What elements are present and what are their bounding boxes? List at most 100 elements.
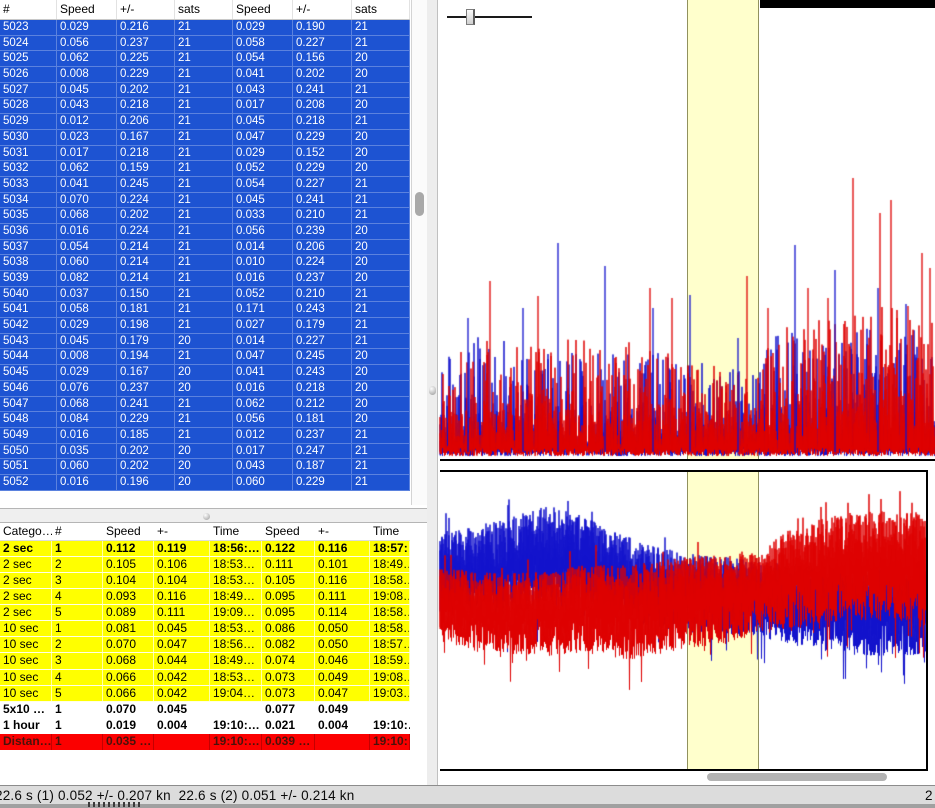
result-row[interactable]: 2 sec40.0930.11618:49…0.0950.11119:08… [0, 589, 410, 605]
table-row[interactable]: 50290.0120.206210.0450.21821 [0, 114, 410, 130]
result-row[interactable]: 10 sec20.0700.04718:56…0.0820.05018:57… [0, 637, 410, 653]
horizontal-scrollbar[interactable] [438, 771, 935, 784]
speed-spike-chart[interactable] [438, 0, 935, 459]
column-header-error1[interactable]: +- [154, 523, 210, 540]
cell: 19:10:… [210, 734, 262, 750]
table-row[interactable]: 50360.0160.224210.0560.23920 [0, 224, 410, 240]
vertical-splitter[interactable] [427, 0, 438, 785]
speed-band-chart[interactable] [438, 472, 926, 769]
table-row[interactable]: 50390.0820.214210.0160.23720 [0, 271, 410, 287]
cell: 0.027 [233, 318, 293, 333]
cell: 5046 [0, 381, 57, 396]
cell: 5 [52, 605, 103, 620]
cell: 0.073 [262, 670, 315, 685]
column-header-speed2[interactable]: Speed [262, 523, 315, 540]
result-row[interactable]: 1 hour10.0190.00419:10:…0.0210.00419:10:… [0, 718, 410, 734]
cell: 21 [175, 255, 233, 270]
column-header-sats2[interactable]: sats [352, 0, 410, 19]
cell: 20 [352, 365, 410, 380]
cell: 5034 [0, 193, 57, 208]
cell: 0.050 [315, 621, 370, 636]
result-row[interactable]: 10 sec50.0660.04219:04…0.0730.04719:03… [0, 686, 410, 702]
column-header-speed1[interactable]: Speed [103, 523, 154, 540]
column-header-time2[interactable]: Time [370, 523, 410, 540]
cell: 21 [352, 318, 410, 333]
table-row[interactable]: 50520.0160.196200.0600.22921 [0, 475, 410, 491]
result-row[interactable]: 10 sec10.0810.04518:53…0.0860.05018:58… [0, 621, 410, 637]
column-header-error2[interactable]: +/- [293, 0, 352, 19]
table-row[interactable]: 50500.0350.202200.0170.24721 [0, 444, 410, 460]
cell: 0.122 [262, 541, 315, 556]
cell: 5038 [0, 255, 57, 270]
table-row[interactable]: 50320.0620.159210.0520.22920 [0, 161, 410, 177]
column-header-error2[interactable]: +- [315, 523, 370, 540]
table-row[interactable]: 50350.0680.202210.0330.21021 [0, 208, 410, 224]
cell: 20 [175, 459, 233, 474]
horizontal-splitter[interactable] [0, 508, 427, 523]
table-row[interactable]: 50400.0370.150210.0520.21021 [0, 287, 410, 303]
table-row[interactable]: 50440.0080.194210.0470.24520 [0, 349, 410, 365]
scrollbar-thumb[interactable] [415, 192, 424, 216]
cell: 5031 [0, 146, 57, 161]
vertical-scrollbar[interactable] [411, 0, 427, 505]
cell: 20 [352, 255, 410, 270]
column-header-speed1[interactable]: Speed [57, 0, 117, 19]
cell: 20 [175, 334, 233, 349]
column-header-error1[interactable]: +/- [117, 0, 175, 19]
cell: 4 [52, 589, 103, 604]
cell: 0.198 [117, 318, 175, 333]
result-row[interactable]: 10 sec40.0660.04218:53…0.0730.04919:08… [0, 670, 410, 686]
table-row[interactable]: 50370.0540.214210.0140.20620 [0, 240, 410, 256]
result-row[interactable]: 2 sec20.1050.10618:53…0.1110.10118:49… [0, 557, 410, 573]
table-row[interactable]: 50330.0410.245210.0540.22721 [0, 177, 410, 193]
table-row[interactable]: 50250.0620.225210.0540.15620 [0, 51, 410, 67]
table-row[interactable]: 50260.0080.229210.0410.20220 [0, 67, 410, 83]
table-row[interactable]: 50270.0450.202210.0430.24121 [0, 83, 410, 99]
result-row[interactable]: 2 sec30.1040.10418:53…0.1050.11618:58… [0, 573, 410, 589]
table-row[interactable]: 50460.0760.237200.0160.21820 [0, 381, 410, 397]
cell: 0.214 [117, 240, 175, 255]
table-row[interactable]: 50480.0840.229210.0560.18120 [0, 412, 410, 428]
table-row[interactable]: 50340.0700.224210.0450.24121 [0, 193, 410, 209]
cell: 0.237 [117, 36, 175, 51]
zoom-slider[interactable] [447, 6, 533, 28]
table-row[interactable]: 50230.0290.216210.0290.19021 [0, 20, 410, 36]
table-row[interactable]: 50430.0450.179200.0140.22721 [0, 334, 410, 350]
table-row[interactable]: 50280.0430.218210.0170.20820 [0, 98, 410, 114]
table-row[interactable]: 50510.0600.202200.0430.18721 [0, 459, 410, 475]
cell: 2 sec [0, 589, 52, 604]
column-header-category[interactable]: Catego… [0, 523, 52, 540]
column-header-index[interactable]: # [0, 0, 57, 19]
status-text-clipped: 2 [925, 788, 933, 803]
table-row[interactable]: 50410.0580.181210.1710.24321 [0, 302, 410, 318]
table-row[interactable]: 50490.0160.185210.0120.23721 [0, 428, 410, 444]
cell: 2 sec [0, 557, 52, 572]
slider-track[interactable] [447, 16, 532, 18]
table-row[interactable]: 50310.0170.218210.0290.15220 [0, 146, 410, 162]
result-row[interactable]: 2 sec10.1120.11918:56:…0.1220.11618:57:… [0, 541, 410, 557]
result-row[interactable]: 10 sec30.0680.04418:49…0.0740.04618:59… [0, 653, 410, 669]
table-row[interactable]: 50380.0600.214210.0100.22420 [0, 255, 410, 271]
column-header-sats1[interactable]: sats [175, 0, 233, 19]
result-row[interactable]: Distan…10.035 …19:10:…0.039 …19:10:… [0, 734, 410, 750]
cell: 0.058 [233, 36, 293, 51]
table-row[interactable]: 50470.0680.241210.0620.21220 [0, 397, 410, 413]
result-row[interactable]: 5x10 …10.0700.0450.0770.049 [0, 702, 410, 718]
cell: 0.046 [315, 653, 370, 668]
cell: 21 [175, 397, 233, 412]
table-row[interactable]: 50450.0290.167200.0410.24320 [0, 365, 410, 381]
table-row[interactable]: 50240.0560.237210.0580.22721 [0, 36, 410, 52]
table-row[interactable]: 50300.0230.167210.0470.22920 [0, 130, 410, 146]
column-header-speed2[interactable]: Speed [233, 0, 293, 19]
cell: 21 [352, 114, 410, 129]
slider-thumb[interactable] [466, 9, 475, 25]
cell: 5028 [0, 98, 57, 113]
column-header-time1[interactable]: Time [210, 523, 262, 540]
cell: 2 sec [0, 573, 52, 588]
cell: 0.218 [117, 98, 175, 113]
result-row[interactable]: 2 sec50.0890.11119:09…0.0950.11418:58… [0, 605, 410, 621]
scrollbar-thumb[interactable] [707, 773, 887, 781]
table-row[interactable]: 50420.0290.198210.0270.17921 [0, 318, 410, 334]
column-header-rank[interactable]: # [52, 523, 103, 540]
cell: 3 [52, 653, 103, 668]
